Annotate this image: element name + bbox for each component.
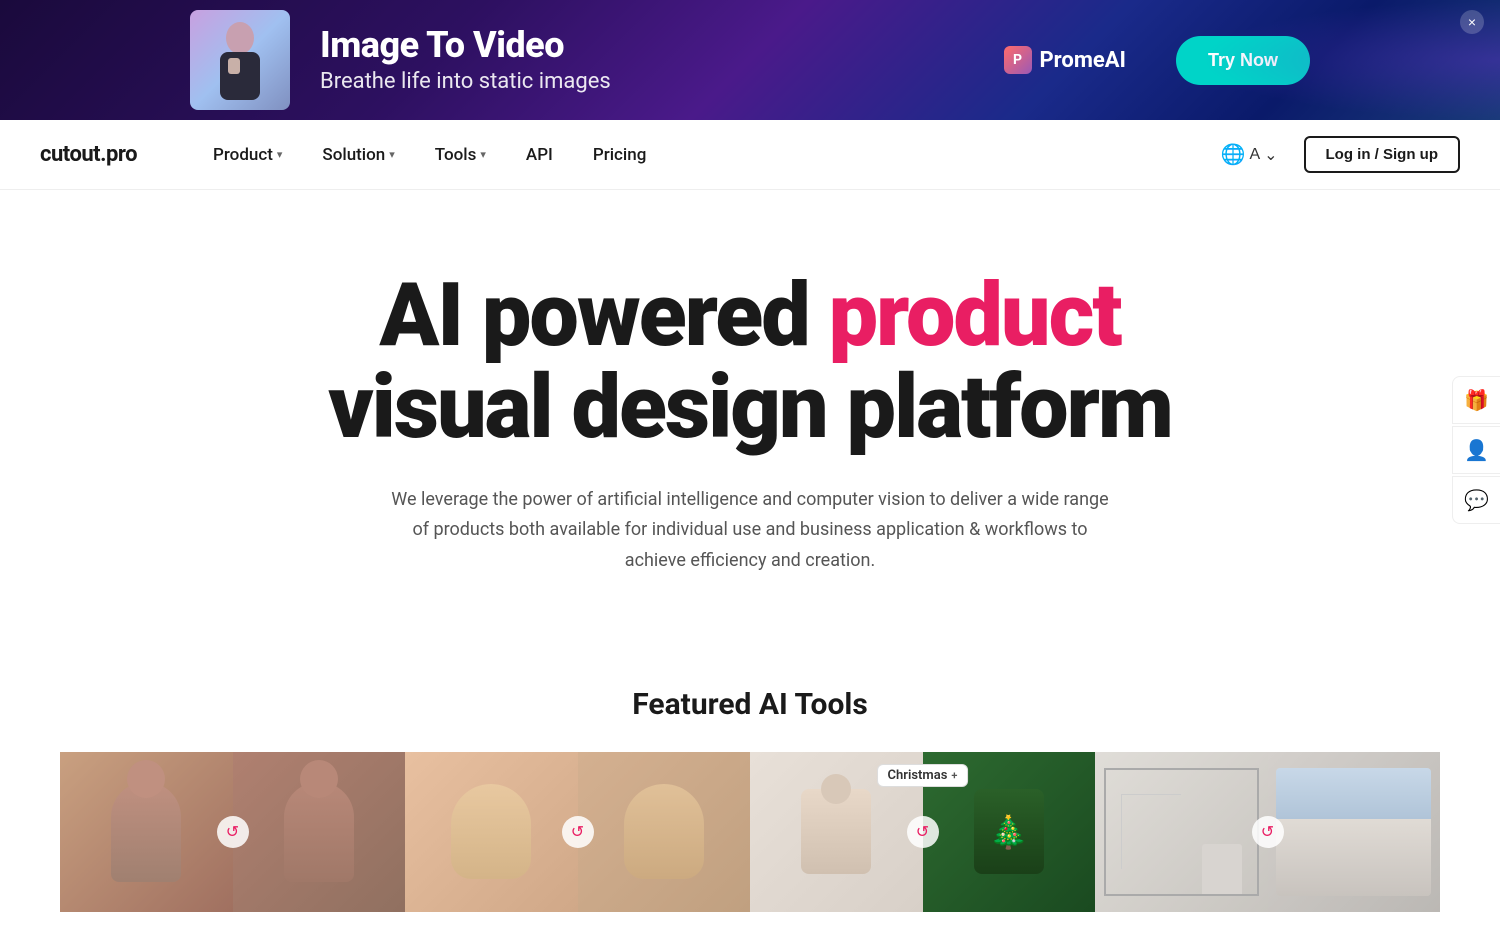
featured-card-portrait[interactable]: ↺ (60, 752, 405, 912)
featured-section: Featured AI Tools ↺ (0, 687, 1500, 952)
hero-headline: AI powered product visual design platfor… (40, 270, 1460, 455)
nav-item-api[interactable]: API (510, 137, 569, 173)
nav-item-solution[interactable]: Solution ▾ (306, 137, 410, 173)
ad-brand-name: PromeAI (1040, 48, 1126, 73)
right-widgets: 🎁 👤 💬 (1452, 376, 1500, 524)
ad-close-button[interactable]: × (1460, 10, 1484, 34)
gift-widget-button[interactable]: 🎁 (1452, 376, 1500, 424)
christmas-badge-text: Christmas (888, 768, 948, 783)
ad-try-button[interactable]: Try Now (1176, 36, 1310, 85)
solution-chevron-icon: ▾ (389, 148, 395, 161)
hero-section: AI powered product visual design platfor… (0, 190, 1500, 687)
nav-logo[interactable]: cutout.pro (40, 142, 137, 167)
card-portrait-before (60, 752, 233, 912)
nav-right: 🌐 A ⌄ Log in / Sign up (1211, 136, 1460, 173)
ad-brand: P PromeAI (1004, 46, 1126, 74)
nav-item-tools[interactable]: Tools ▾ (419, 137, 502, 173)
hero-headline-part1: AI powered (379, 264, 828, 367)
lang-label: A (1249, 146, 1260, 164)
card-christmas-arrow: ↺ (907, 816, 939, 848)
tools-chevron-icon: ▾ (480, 148, 486, 161)
chat-widget-button[interactable]: 💬 (1452, 476, 1500, 524)
user-widget-button[interactable]: 👤 (1452, 426, 1500, 474)
ad-title: Image To Video (320, 26, 954, 66)
card-portrait-after (233, 752, 406, 912)
language-icon: 🌐 (1221, 142, 1246, 167)
card-interior-arrow: ↺ (1252, 816, 1284, 848)
ad-banner: Image To Video Breathe life into static … (0, 0, 1500, 120)
user-icon: 👤 (1464, 438, 1489, 463)
ad-text-block: Image To Video Breathe life into static … (320, 26, 954, 95)
hero-headline-part2: visual design platform (328, 356, 1172, 459)
card-portrait-arrow: ↺ (217, 816, 249, 848)
christmas-badge-plus-icon: + (951, 769, 957, 782)
christmas-badge: Christmas + (877, 764, 969, 787)
hero-headline-highlight: product (829, 264, 1121, 367)
gift-icon: 🎁 (1464, 388, 1489, 413)
card-interior-before (1095, 752, 1268, 912)
nav-item-pricing[interactable]: Pricing (577, 137, 663, 173)
navbar: cutout.pro Product ▾ Solution ▾ Tools ▾ … (0, 120, 1500, 190)
product-chevron-icon: ▾ (277, 148, 283, 161)
ad-brand-logo: P (1004, 46, 1032, 74)
featured-grid: ↺ ↺ 🎄 (60, 752, 1440, 912)
nav-links: Product ▾ Solution ▾ Tools ▾ API Pricing (197, 137, 1211, 173)
login-button[interactable]: Log in / Sign up (1304, 136, 1460, 173)
featured-title: Featured AI Tools (60, 687, 1440, 722)
ad-subtitle: Breathe life into static images (320, 69, 954, 94)
language-button[interactable]: 🌐 A ⌄ (1211, 136, 1288, 173)
featured-card-interior[interactable]: ↺ (1095, 752, 1440, 912)
hero-subtext: We leverage the power of artificial inte… (390, 485, 1110, 577)
card-interior-after (1268, 752, 1441, 912)
featured-card-christmas[interactable]: 🎄 ↺ Christmas + (750, 752, 1095, 912)
card-face-before (405, 752, 578, 912)
chat-icon: 💬 (1464, 488, 1489, 513)
nav-item-product[interactable]: Product ▾ (197, 137, 298, 173)
card-face-after (578, 752, 751, 912)
featured-card-face[interactable]: ↺ (405, 752, 750, 912)
lang-chevron-icon: ⌄ (1264, 145, 1277, 165)
card-face-arrow: ↺ (562, 816, 594, 848)
ad-image (190, 10, 290, 110)
